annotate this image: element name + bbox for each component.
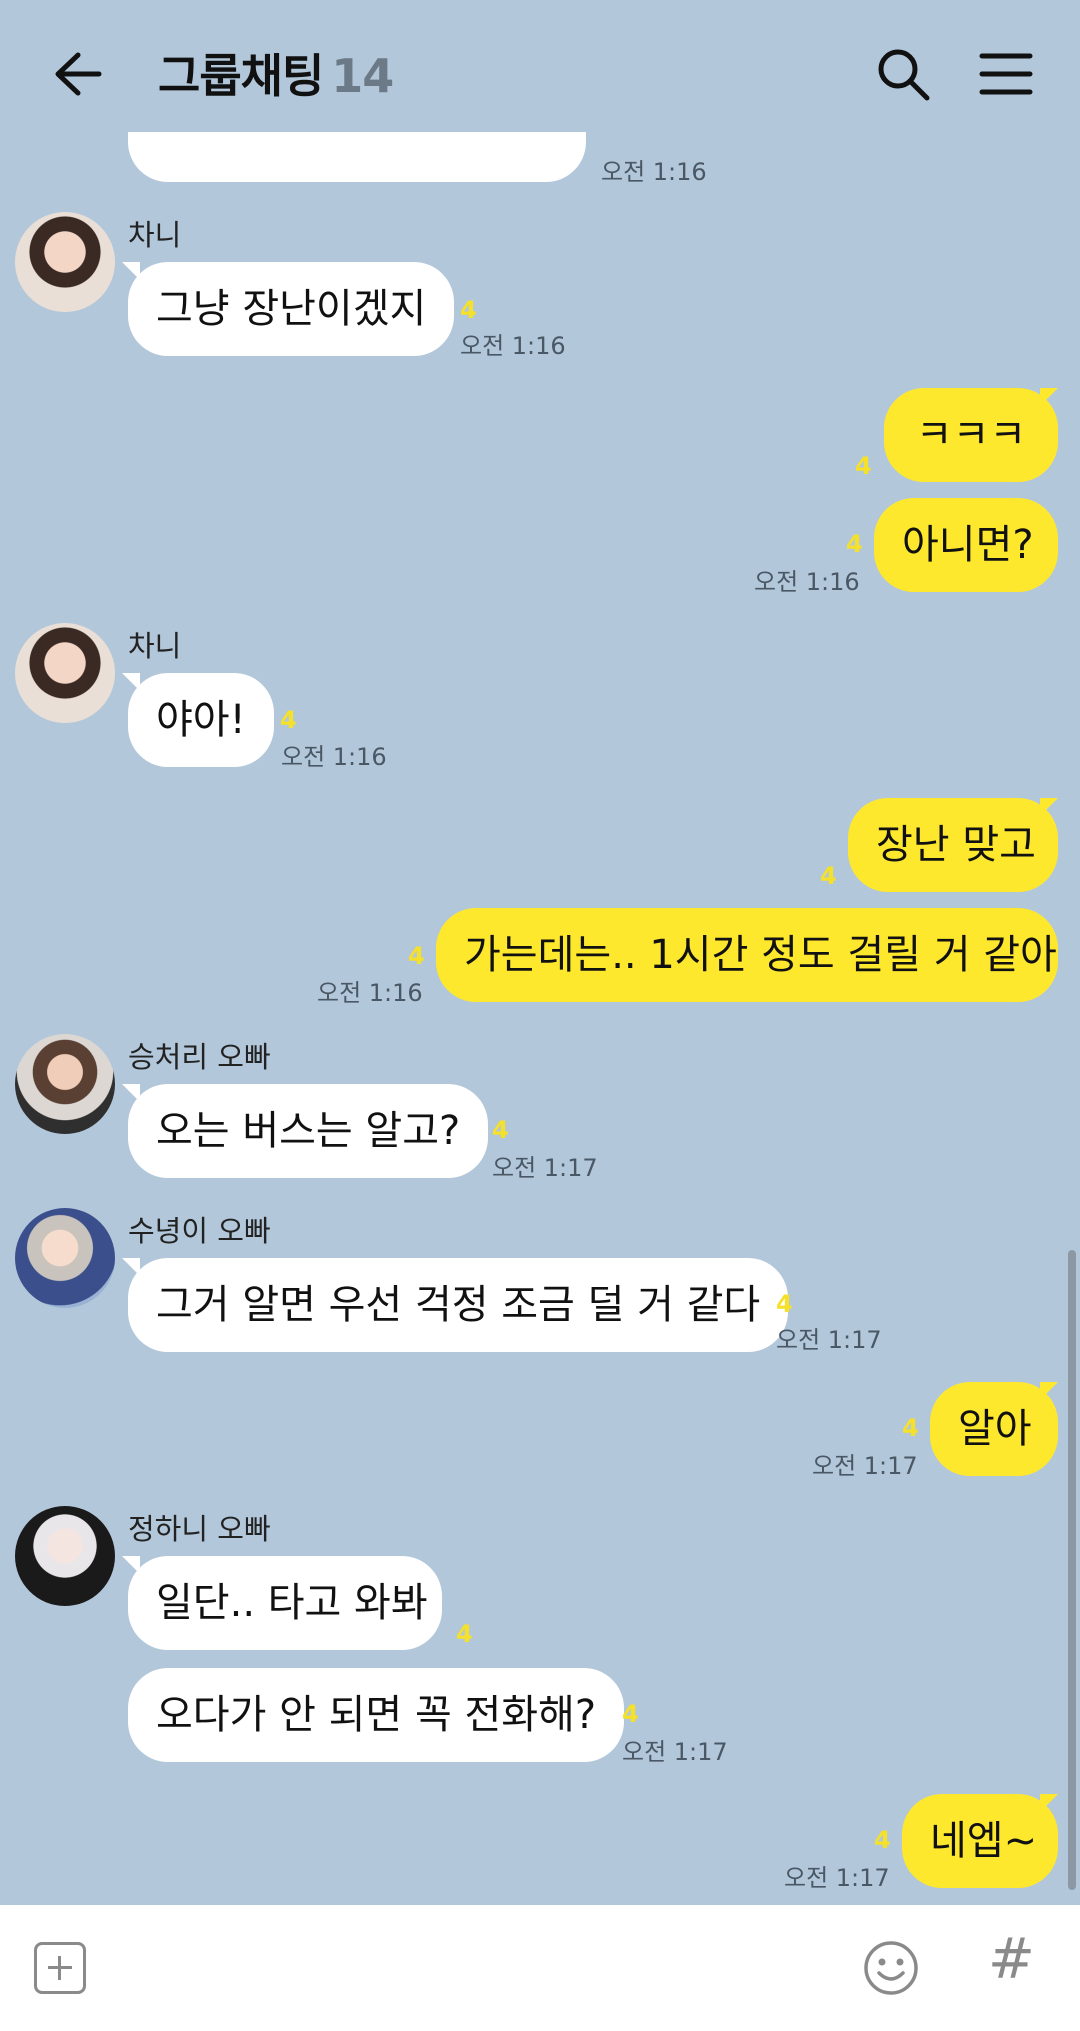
message-time: 오전 1:17 <box>622 1738 728 1766</box>
unread-count: 4 <box>280 706 297 734</box>
unread-count: 4 <box>820 862 837 890</box>
message-bubble-outgoing[interactable]: 장난 맞고 <box>848 798 1058 892</box>
unread-count: 4 <box>492 1116 509 1144</box>
sender-name: 차니 <box>128 218 182 252</box>
avatar[interactable] <box>15 212 115 312</box>
unread-count: 4 <box>902 1414 919 1442</box>
member-count: 14 <box>331 49 394 103</box>
message-time: 오전 1:17 <box>812 1452 918 1480</box>
unread-count: 4 <box>456 1620 473 1648</box>
message-time: 오전 1:16 <box>460 332 566 360</box>
back-button[interactable] <box>48 44 108 104</box>
unread-count: 4 <box>855 452 872 480</box>
message-time: 오전 1:16 <box>754 568 860 596</box>
message-bubble-incoming[interactable]: 야아! <box>128 673 274 767</box>
message-time: 오전 1:16 <box>601 158 707 186</box>
message-bubble-incoming[interactable]: 일단.. 타고 와봐 <box>128 1556 442 1650</box>
message-bubble-incoming[interactable]: 오다가 안 되면 꼭 전화해? <box>128 1668 625 1762</box>
emoji-icon <box>864 1941 918 1995</box>
message-bubble-outgoing[interactable]: 가는데는.. 1시간 정도 걸릴 거 같아 <box>436 908 1058 1002</box>
plus-square-icon[interactable] <box>34 1942 86 1994</box>
hashtag-button[interactable]: # <box>988 1927 1035 1992</box>
sender-name: 차니 <box>128 629 182 663</box>
message-bubble-incoming[interactable]: 오는 버스는 알고? <box>128 1084 489 1178</box>
message-time: 오전 1:16 <box>281 743 387 771</box>
unread-count: 4 <box>874 1826 891 1854</box>
chat-title: 그룹채팅14 <box>158 40 394 106</box>
message-bubble-outgoing[interactable]: 네엡~ <box>902 1794 1058 1888</box>
search-button[interactable] <box>873 44 933 104</box>
message-bubble-outgoing[interactable]: 알아 <box>930 1382 1058 1476</box>
unread-count: 4 <box>622 1700 639 1728</box>
menu-button[interactable] <box>978 48 1034 100</box>
sender-name: 승처리 오빠 <box>128 1040 271 1074</box>
message-bubble-outgoing[interactable]: 아니면? <box>874 498 1058 592</box>
chat-header-overlay: 그룹채팅 14 <box>0 0 1080 150</box>
message-bubble-outgoing[interactable]: ㅋㅋㅋ <box>884 388 1058 482</box>
unread-count: 4 <box>408 942 425 970</box>
message-bubble-incoming[interactable]: 그냥 장난이겠지 <box>128 262 455 356</box>
message-time: 오전 1:17 <box>492 1154 598 1182</box>
message-time: 오전 1:16 <box>317 979 423 1007</box>
hamburger-menu-icon <box>979 53 1033 95</box>
message-input-bar: # <box>0 1905 1080 2031</box>
avatar[interactable] <box>15 623 115 723</box>
chat-title-text: 그룹채팅 <box>158 49 324 103</box>
sender-name: 정하니 오빠 <box>128 1512 271 1546</box>
avatar[interactable] <box>15 1506 115 1606</box>
message-time: 오전 1:17 <box>776 1326 882 1354</box>
unread-count: 4 <box>460 296 477 324</box>
unread-count: 4 <box>846 530 863 558</box>
unread-count: 4 <box>776 1290 793 1318</box>
sender-name: 수녕이 오빠 <box>128 1214 271 1248</box>
arrow-left-icon <box>55 52 102 96</box>
search-icon <box>878 49 930 101</box>
avatar[interactable] <box>15 1034 115 1134</box>
message-time: 오전 1:17 <box>784 1864 890 1892</box>
avatar[interactable] <box>15 1208 115 1308</box>
scrollbar[interactable] <box>1068 1250 1076 1890</box>
emoji-button[interactable] <box>862 1939 920 1997</box>
message-bubble-incoming[interactable]: 그거 알면 우선 걱정 조금 덜 거 같다 <box>128 1258 789 1352</box>
